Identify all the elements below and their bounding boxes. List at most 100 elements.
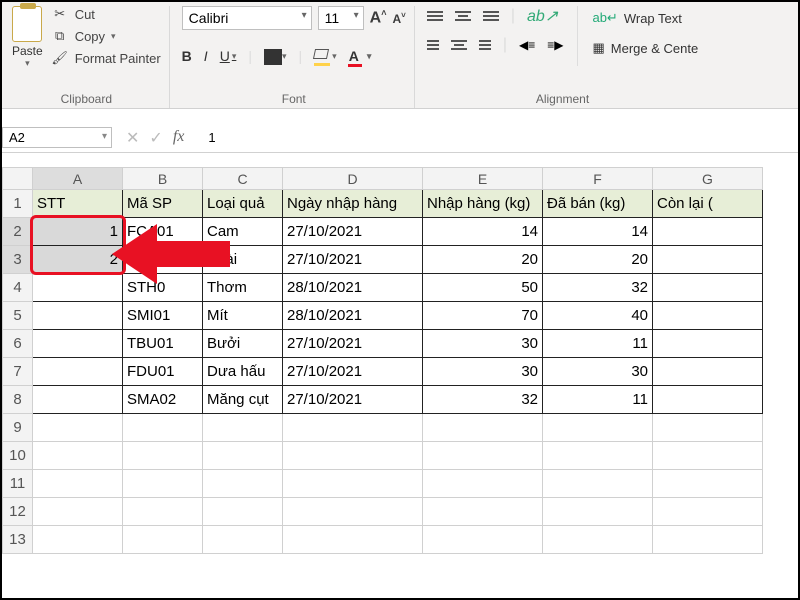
font-name-select[interactable]: Calibri — [182, 6, 312, 30]
insert-function-button[interactable]: fx — [173, 128, 185, 148]
cell[interactable] — [123, 414, 203, 442]
col-header[interactable]: A — [33, 168, 123, 190]
cell[interactable] — [283, 526, 423, 554]
cell[interactable]: 11 — [543, 386, 653, 414]
cell[interactable] — [203, 470, 283, 498]
row-header[interactable]: 4 — [3, 274, 33, 302]
cell[interactable] — [653, 274, 763, 302]
cell[interactable]: 50 — [423, 274, 543, 302]
col-header[interactable]: G — [653, 168, 763, 190]
cell[interactable]: 32 — [543, 274, 653, 302]
row-header[interactable]: 1 — [3, 190, 33, 218]
col-header[interactable]: E — [423, 168, 543, 190]
cell[interactable] — [543, 414, 653, 442]
decrease-indent-button[interactable]: ◀≡ — [519, 38, 535, 52]
cell[interactable]: SMI01 — [123, 302, 203, 330]
cell[interactable] — [653, 470, 763, 498]
align-middle-button[interactable] — [455, 11, 471, 21]
col-header[interactable]: D — [283, 168, 423, 190]
col-header[interactable]: C — [203, 168, 283, 190]
cell[interactable]: FDU01 — [123, 358, 203, 386]
cell[interactable]: Đã bán (kg) — [543, 190, 653, 218]
cell[interactable] — [33, 386, 123, 414]
cell[interactable] — [653, 498, 763, 526]
cell[interactable] — [203, 442, 283, 470]
italic-button[interactable]: I — [204, 48, 208, 64]
cell[interactable] — [423, 526, 543, 554]
cell[interactable] — [653, 218, 763, 246]
cell[interactable] — [543, 498, 653, 526]
cell[interactable] — [123, 470, 203, 498]
cell[interactable] — [123, 498, 203, 526]
cell[interactable]: SMA02 — [123, 386, 203, 414]
cell[interactable]: Thơm — [203, 274, 283, 302]
cell[interactable]: 2 — [33, 246, 123, 274]
increase-indent-button[interactable]: ≡▶ — [547, 38, 563, 52]
cell[interactable] — [283, 414, 423, 442]
cell[interactable]: 30 — [543, 358, 653, 386]
cell[interactable] — [123, 526, 203, 554]
fill-color-button[interactable]: ▾ — [314, 49, 337, 63]
cell[interactable]: STH0 — [123, 274, 203, 302]
row-header[interactable]: 10 — [3, 442, 33, 470]
row-header[interactable]: 5 — [3, 302, 33, 330]
row-header[interactable]: 7 — [3, 358, 33, 386]
cell[interactable] — [203, 498, 283, 526]
align-right-button[interactable] — [479, 40, 491, 50]
cell[interactable] — [283, 470, 423, 498]
cell[interactable]: Xoài — [203, 246, 283, 274]
cell[interactable] — [33, 330, 123, 358]
cell[interactable] — [33, 414, 123, 442]
cell[interactable]: 11 — [543, 330, 653, 358]
cell[interactable]: TX — [123, 246, 203, 274]
cell[interactable]: 14 — [423, 218, 543, 246]
cell[interactable]: 14 — [543, 218, 653, 246]
cell[interactable]: 27/10/2021 — [283, 358, 423, 386]
cell[interactable]: 70 — [423, 302, 543, 330]
cell[interactable]: Cam — [203, 218, 283, 246]
cell[interactable]: STT — [33, 190, 123, 218]
cell[interactable]: 40 — [543, 302, 653, 330]
cell[interactable] — [653, 302, 763, 330]
name-box[interactable]: A2 — [2, 127, 112, 148]
cell[interactable] — [543, 442, 653, 470]
font-color-button[interactable]: A ▾ — [349, 48, 372, 64]
align-left-button[interactable] — [427, 40, 439, 50]
increase-font-button[interactable]: A˄ — [370, 8, 387, 27]
cell[interactable] — [123, 442, 203, 470]
borders-button[interactable]: ▾ — [264, 49, 287, 63]
cancel-entry-button[interactable]: ✕ — [126, 128, 139, 148]
cell[interactable] — [543, 526, 653, 554]
cell[interactable]: 20 — [423, 246, 543, 274]
select-all-corner[interactable] — [3, 168, 33, 190]
cell[interactable] — [33, 442, 123, 470]
cell[interactable]: 27/10/2021 — [283, 246, 423, 274]
cell[interactable]: 28/10/2021 — [283, 274, 423, 302]
merge-center-button[interactable]: ▦ Merge & Cente — [592, 40, 698, 56]
cell[interactable] — [653, 526, 763, 554]
cell[interactable] — [653, 330, 763, 358]
cell[interactable] — [653, 386, 763, 414]
cell[interactable]: 27/10/2021 — [283, 386, 423, 414]
cell[interactable] — [33, 498, 123, 526]
cell[interactable] — [33, 274, 123, 302]
cell[interactable]: Bưởi — [203, 330, 283, 358]
decrease-font-button[interactable]: A˅ — [393, 11, 406, 26]
cell[interactable]: FCA01 — [123, 218, 203, 246]
cell[interactable] — [423, 414, 543, 442]
cell[interactable] — [283, 442, 423, 470]
format-painter-button[interactable]: 🖌 Format Painter — [51, 50, 161, 66]
align-center-button[interactable] — [451, 40, 467, 50]
cell[interactable] — [653, 358, 763, 386]
cell[interactable] — [203, 526, 283, 554]
row-header[interactable]: 8 — [3, 386, 33, 414]
cell[interactable] — [653, 246, 763, 274]
cell[interactable] — [33, 526, 123, 554]
cell[interactable] — [423, 442, 543, 470]
row-header[interactable]: 3 — [3, 246, 33, 274]
cell[interactable]: 30 — [423, 358, 543, 386]
cell[interactable] — [33, 470, 123, 498]
align-bottom-button[interactable] — [483, 11, 499, 21]
cell[interactable]: 20 — [543, 246, 653, 274]
copy-button[interactable]: ⧉ Copy ▾ — [51, 28, 161, 44]
